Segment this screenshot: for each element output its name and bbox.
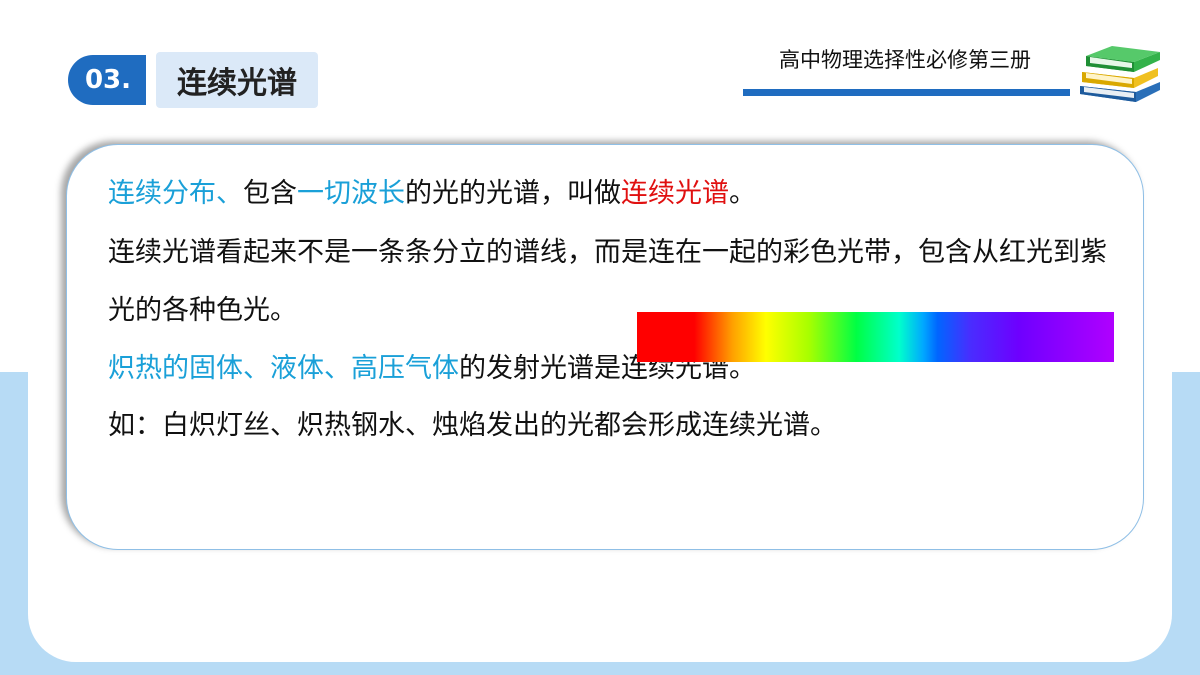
header-rule	[743, 89, 1070, 96]
text-segment: 包含	[243, 178, 297, 209]
section-number: 03.	[84, 65, 132, 95]
stacked-books-icon	[1080, 46, 1160, 102]
examples-line: 如：白炽灯丝、炽热钢水、烛焰发出的光都会形成连续光谱。	[108, 410, 837, 441]
section-title: 连续光谱	[177, 66, 297, 101]
continuous-spectrum-image	[637, 312, 1114, 362]
text-segment: 的光的光谱，叫做	[405, 178, 621, 209]
highlight-hot-matter: 炽热的固体、液体、高压气体	[108, 353, 459, 384]
book-title: 高中物理选择性必修第三册	[779, 48, 1031, 72]
highlight-all-wavelengths: 一切波长	[297, 178, 405, 209]
section-number-badge: 03.	[68, 55, 148, 105]
text-segment: 。	[729, 178, 756, 209]
highlight-continuous-distribution: 连续分布、	[108, 178, 243, 209]
definition-line: 连续分布、包含一切波长的光的光谱，叫做连续光谱。	[108, 165, 1148, 223]
highlight-continuous-spectrum: 连续光谱	[621, 178, 729, 209]
section-title-box: 连续光谱	[156, 52, 318, 108]
